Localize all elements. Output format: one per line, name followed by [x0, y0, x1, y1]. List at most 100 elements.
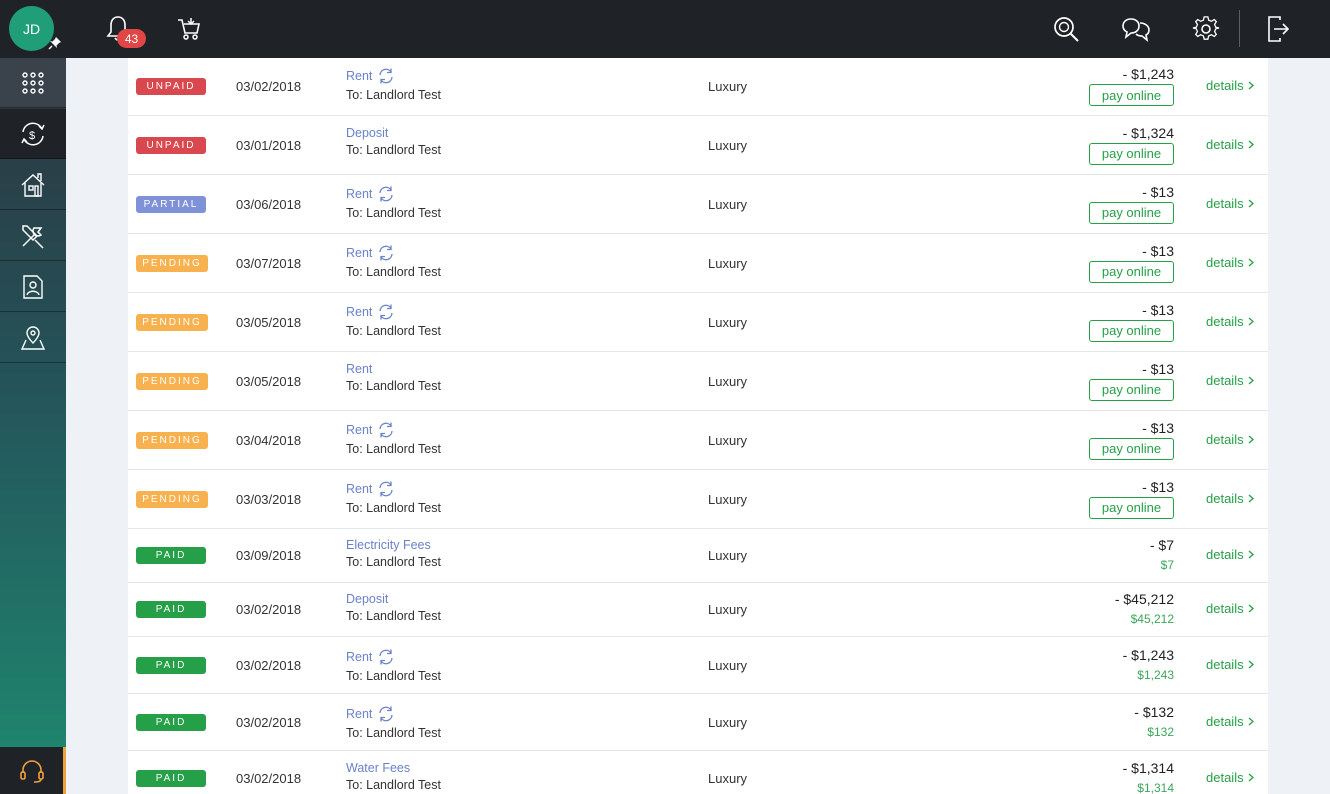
transaction-title-link[interactable]: Deposit [346, 126, 388, 140]
transaction-date: 03/03/2018 [236, 491, 302, 507]
table-row: UNPAID 03/01/2018 Deposit To: Landlord Te… [128, 116, 1268, 175]
amount: - $13 [1142, 478, 1174, 495]
details-link[interactable]: details [1206, 714, 1254, 729]
details-label: details [1206, 601, 1244, 616]
details-link[interactable]: details [1206, 601, 1254, 616]
amount: - $1,324 [1122, 124, 1174, 141]
transaction-title-link[interactable]: Rent [346, 305, 372, 319]
transaction-description: Rent To: Landlord Test [346, 705, 441, 740]
gear-icon[interactable] [1190, 13, 1222, 45]
transaction-description: Rent To: Landlord Test [346, 303, 441, 338]
table-row: PARTIAL 03/06/2018 Rent To: Landlord Test… [128, 175, 1268, 234]
pay-online-button[interactable]: pay online [1089, 378, 1174, 401]
transaction-description: Rent To: Landlord Test [346, 421, 441, 456]
status-badge: PENDING [136, 372, 208, 390]
recipient-label: To: Landlord Test [346, 555, 441, 569]
details-link[interactable]: details [1206, 373, 1254, 388]
notification-badge: 43 [117, 29, 146, 48]
transaction-date: 03/01/2018 [236, 137, 302, 153]
recipient-label: To: Landlord Test [346, 441, 441, 456]
recipient-label: To: Landlord Test [346, 668, 441, 683]
transaction-date: 03/04/2018 [236, 432, 302, 448]
transaction-title-link[interactable]: Rent [346, 650, 372, 664]
transaction-description: Deposit To: Landlord Test [346, 592, 441, 623]
pay-online-button[interactable]: pay online [1089, 437, 1174, 460]
details-link[interactable]: details [1206, 78, 1254, 93]
amount: - $1,243 [1122, 646, 1174, 663]
amount: - $13 [1142, 242, 1174, 259]
amount: - $7 [1149, 537, 1174, 553]
property-name: Luxury [708, 137, 748, 153]
amount: - $13 [1142, 183, 1174, 200]
sidebar-item-apps[interactable] [0, 58, 66, 108]
pin-icon[interactable] [48, 36, 62, 50]
details-link[interactable]: details [1206, 196, 1254, 211]
property-name: Luxury [708, 657, 748, 673]
recipient-label: To: Landlord Test [346, 323, 441, 338]
sidebar-item-properties[interactable] [0, 160, 66, 210]
transaction-title-link[interactable]: Rent [346, 707, 372, 721]
amount: - $132 [1134, 703, 1174, 720]
transaction-date: 03/09/2018 [236, 548, 302, 563]
recipient-label: To: Landlord Test [346, 778, 441, 792]
recipient-label: To: Landlord Test [346, 264, 441, 279]
sidebar-item-location[interactable] [0, 313, 66, 363]
transaction-title-link[interactable]: Electricity Fees [346, 538, 431, 552]
property-name: Luxury [708, 602, 748, 617]
headset-icon [19, 759, 44, 783]
table-row: PENDING 03/03/2018 Rent To: Landlord Test… [128, 470, 1268, 529]
status-badge: UNPAID [136, 78, 206, 95]
transaction-title-link[interactable]: Deposit [346, 592, 388, 606]
details-link[interactable]: details [1206, 137, 1254, 152]
transaction-title-link[interactable]: Rent [346, 69, 372, 83]
chat-icon[interactable] [1120, 13, 1152, 45]
details-link[interactable]: details [1206, 657, 1254, 672]
pay-online-button[interactable]: pay online [1089, 201, 1174, 224]
transaction-title-link[interactable]: Rent [346, 246, 372, 260]
top-bar: JD 43 [0, 0, 1330, 58]
sidebar-item-documents[interactable] [0, 262, 66, 312]
support-button[interactable] [0, 747, 66, 794]
recurring-icon [377, 185, 395, 203]
table-row: PENDING 03/07/2018 Rent To: Landlord Test… [128, 234, 1268, 293]
transaction-date: 03/02/2018 [236, 602, 302, 617]
transaction-description: Rent To: Landlord Test [346, 244, 441, 279]
transaction-title-link[interactable]: Water Fees [346, 761, 410, 775]
recurring-icon [377, 303, 395, 321]
property-name: Luxury [708, 548, 748, 563]
property-name: Luxury [708, 771, 748, 786]
details-link[interactable]: details [1206, 547, 1254, 562]
pay-online-button[interactable]: pay online [1089, 260, 1174, 283]
cart-icon[interactable] [173, 13, 205, 45]
details-link[interactable]: details [1206, 314, 1254, 329]
amount: - $45,212 [1114, 591, 1174, 607]
property-name: Luxury [708, 714, 748, 730]
transaction-description: Rent To: Landlord Test [346, 67, 441, 102]
sidebar-item-payments[interactable]: $ [0, 109, 66, 159]
pay-online-button[interactable]: pay online [1089, 319, 1174, 342]
transaction-title-link[interactable]: Rent [346, 362, 372, 376]
transaction-title-link[interactable]: Rent [346, 187, 372, 201]
logout-icon[interactable] [1262, 13, 1294, 45]
search-icon[interactable] [1050, 13, 1082, 45]
transaction-title-link[interactable]: Rent [346, 423, 372, 437]
pay-online-button[interactable]: pay online [1089, 496, 1174, 519]
details-label: details [1206, 547, 1244, 562]
pay-online-button[interactable]: pay online [1089, 142, 1174, 165]
svg-text:$: $ [29, 130, 35, 142]
paid-amount: $1,243 [1137, 667, 1174, 682]
table-row: PAID 03/02/2018 Rent To: Landlord Test Lu… [128, 637, 1268, 694]
pay-online-button[interactable]: pay online [1089, 84, 1174, 106]
amount: - $13 [1142, 360, 1174, 377]
details-link[interactable]: details [1206, 491, 1254, 506]
properties-icon [21, 172, 45, 197]
transaction-description: Rent To: Landlord Test [346, 185, 441, 220]
details-link[interactable]: details [1206, 770, 1254, 785]
amount: - $13 [1142, 419, 1174, 436]
details-link[interactable]: details [1206, 255, 1254, 270]
maintenance-icon [22, 224, 44, 249]
transaction-title-link[interactable]: Rent [346, 482, 372, 496]
status-badge: PENDING [136, 313, 208, 331]
details-link[interactable]: details [1206, 432, 1254, 447]
sidebar-item-maintenance[interactable] [0, 211, 66, 261]
